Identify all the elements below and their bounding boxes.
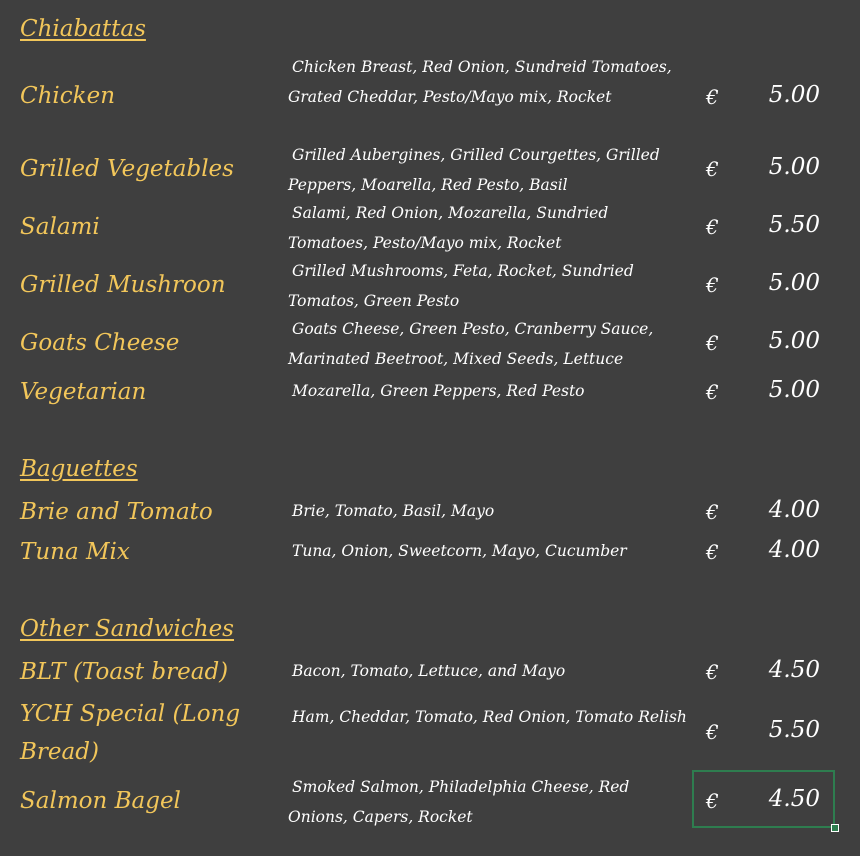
currency-symbol: € (706, 660, 719, 684)
item-description: Brie, Tomato, Basil, Mayo (292, 502, 495, 520)
item-price: 5.50 (768, 717, 820, 743)
currency-symbol: € (706, 215, 719, 239)
item-price: 4.00 (768, 497, 820, 523)
currency-symbol: € (706, 380, 719, 404)
menu-row-grilled-vegetables[interactable]: Grilled Vegetables Grilled Aubergines, G… (0, 140, 860, 200)
menu-row-goats-cheese[interactable]: Goats Cheese Goats Cheese, Green Pesto, … (0, 314, 860, 374)
item-description: Chicken Breast, Red Onion, Sundreid Toma… (288, 58, 672, 106)
item-description: Goats Cheese, Green Pesto, Cranberry Sau… (288, 320, 654, 368)
item-price: 5.50 (768, 212, 820, 238)
currency-symbol: € (706, 157, 719, 181)
item-description: Tuna, Onion, Sweetcorn, Mayo, Cucumber (292, 542, 627, 560)
item-description: Ham, Cheddar, Tomato, Red Onion, Tomato … (292, 708, 687, 726)
currency-symbol: € (706, 85, 719, 109)
menu-row-brie-and-tomato[interactable]: Brie and Tomato Brie, Tomato, Basil, May… (0, 496, 860, 536)
item-price: 4.50 (768, 657, 820, 683)
item-name: Vegetarian (20, 379, 147, 405)
menu-row-chicken[interactable]: Chicken Chicken Breast, Red Onion, Sundr… (0, 52, 860, 140)
item-price: 5.00 (768, 270, 820, 296)
currency-symbol: € (706, 500, 719, 524)
currency-symbol: € (706, 540, 719, 564)
section-title-chiabattas: Chiabattas (20, 16, 146, 42)
item-description: Salami, Red Onion, Mozarella, Sundried T… (288, 204, 609, 252)
item-name: Salami (20, 214, 100, 240)
item-description: Mozarella, Green Peppers, Red Pesto (292, 382, 585, 400)
menu-row-tuna-mix[interactable]: Tuna Mix Tuna, Onion, Sweetcorn, Mayo, C… (0, 536, 860, 576)
item-description: Smoked Salmon, Philadelphia Cheese, Red … (288, 778, 630, 826)
item-description: Bacon, Tomato, Lettuce, and Mayo (292, 662, 566, 680)
item-name: Salmon Bagel (20, 788, 181, 814)
item-price: 5.00 (768, 154, 820, 180)
item-name: Brie and Tomato (20, 499, 213, 525)
menu-row-blt[interactable]: BLT (Toast bread) Bacon, Tomato, Lettuce… (0, 656, 860, 696)
section-title-other-sandwiches: Other Sandwiches (20, 616, 234, 642)
item-name: Chicken (20, 83, 116, 109)
item-price: 5.00 (768, 328, 820, 354)
item-name: Tuna Mix (20, 539, 130, 565)
item-name: Grilled Mushroon (20, 272, 226, 298)
item-name: Goats Cheese (20, 330, 180, 356)
menu-row-ych-special[interactable]: YCH Special (Long Bread) Ham, Cheddar, T… (0, 701, 860, 770)
item-name: BLT (Toast bread) (20, 659, 229, 685)
item-description: Grilled Mushrooms, Feta, Rocket, Sundrie… (288, 262, 634, 310)
item-price: 4.00 (768, 537, 820, 563)
menu-row-salami[interactable]: Salami Salami, Red Onion, Mozarella, Sun… (0, 198, 860, 258)
currency-symbol: € (706, 273, 719, 297)
menu-row-vegetarian[interactable]: Vegetarian Mozarella, Green Peppers, Red… (0, 376, 860, 416)
currency-symbol: € (706, 331, 719, 355)
item-description: Grilled Aubergines, Grilled Courgettes, … (288, 146, 660, 194)
cell-selection[interactable] (692, 770, 835, 828)
item-price: 5.00 (768, 82, 820, 108)
item-name: YCH Special (Long Bread) (20, 701, 241, 765)
currency-symbol: € (706, 720, 719, 744)
section-title-baguettes: Baguettes (20, 456, 138, 482)
fill-handle[interactable] (831, 824, 839, 832)
item-price: 5.00 (768, 377, 820, 403)
menu-row-grilled-mushroon[interactable]: Grilled Mushroon Grilled Mushrooms, Feta… (0, 256, 860, 316)
item-name: Grilled Vegetables (20, 156, 234, 182)
